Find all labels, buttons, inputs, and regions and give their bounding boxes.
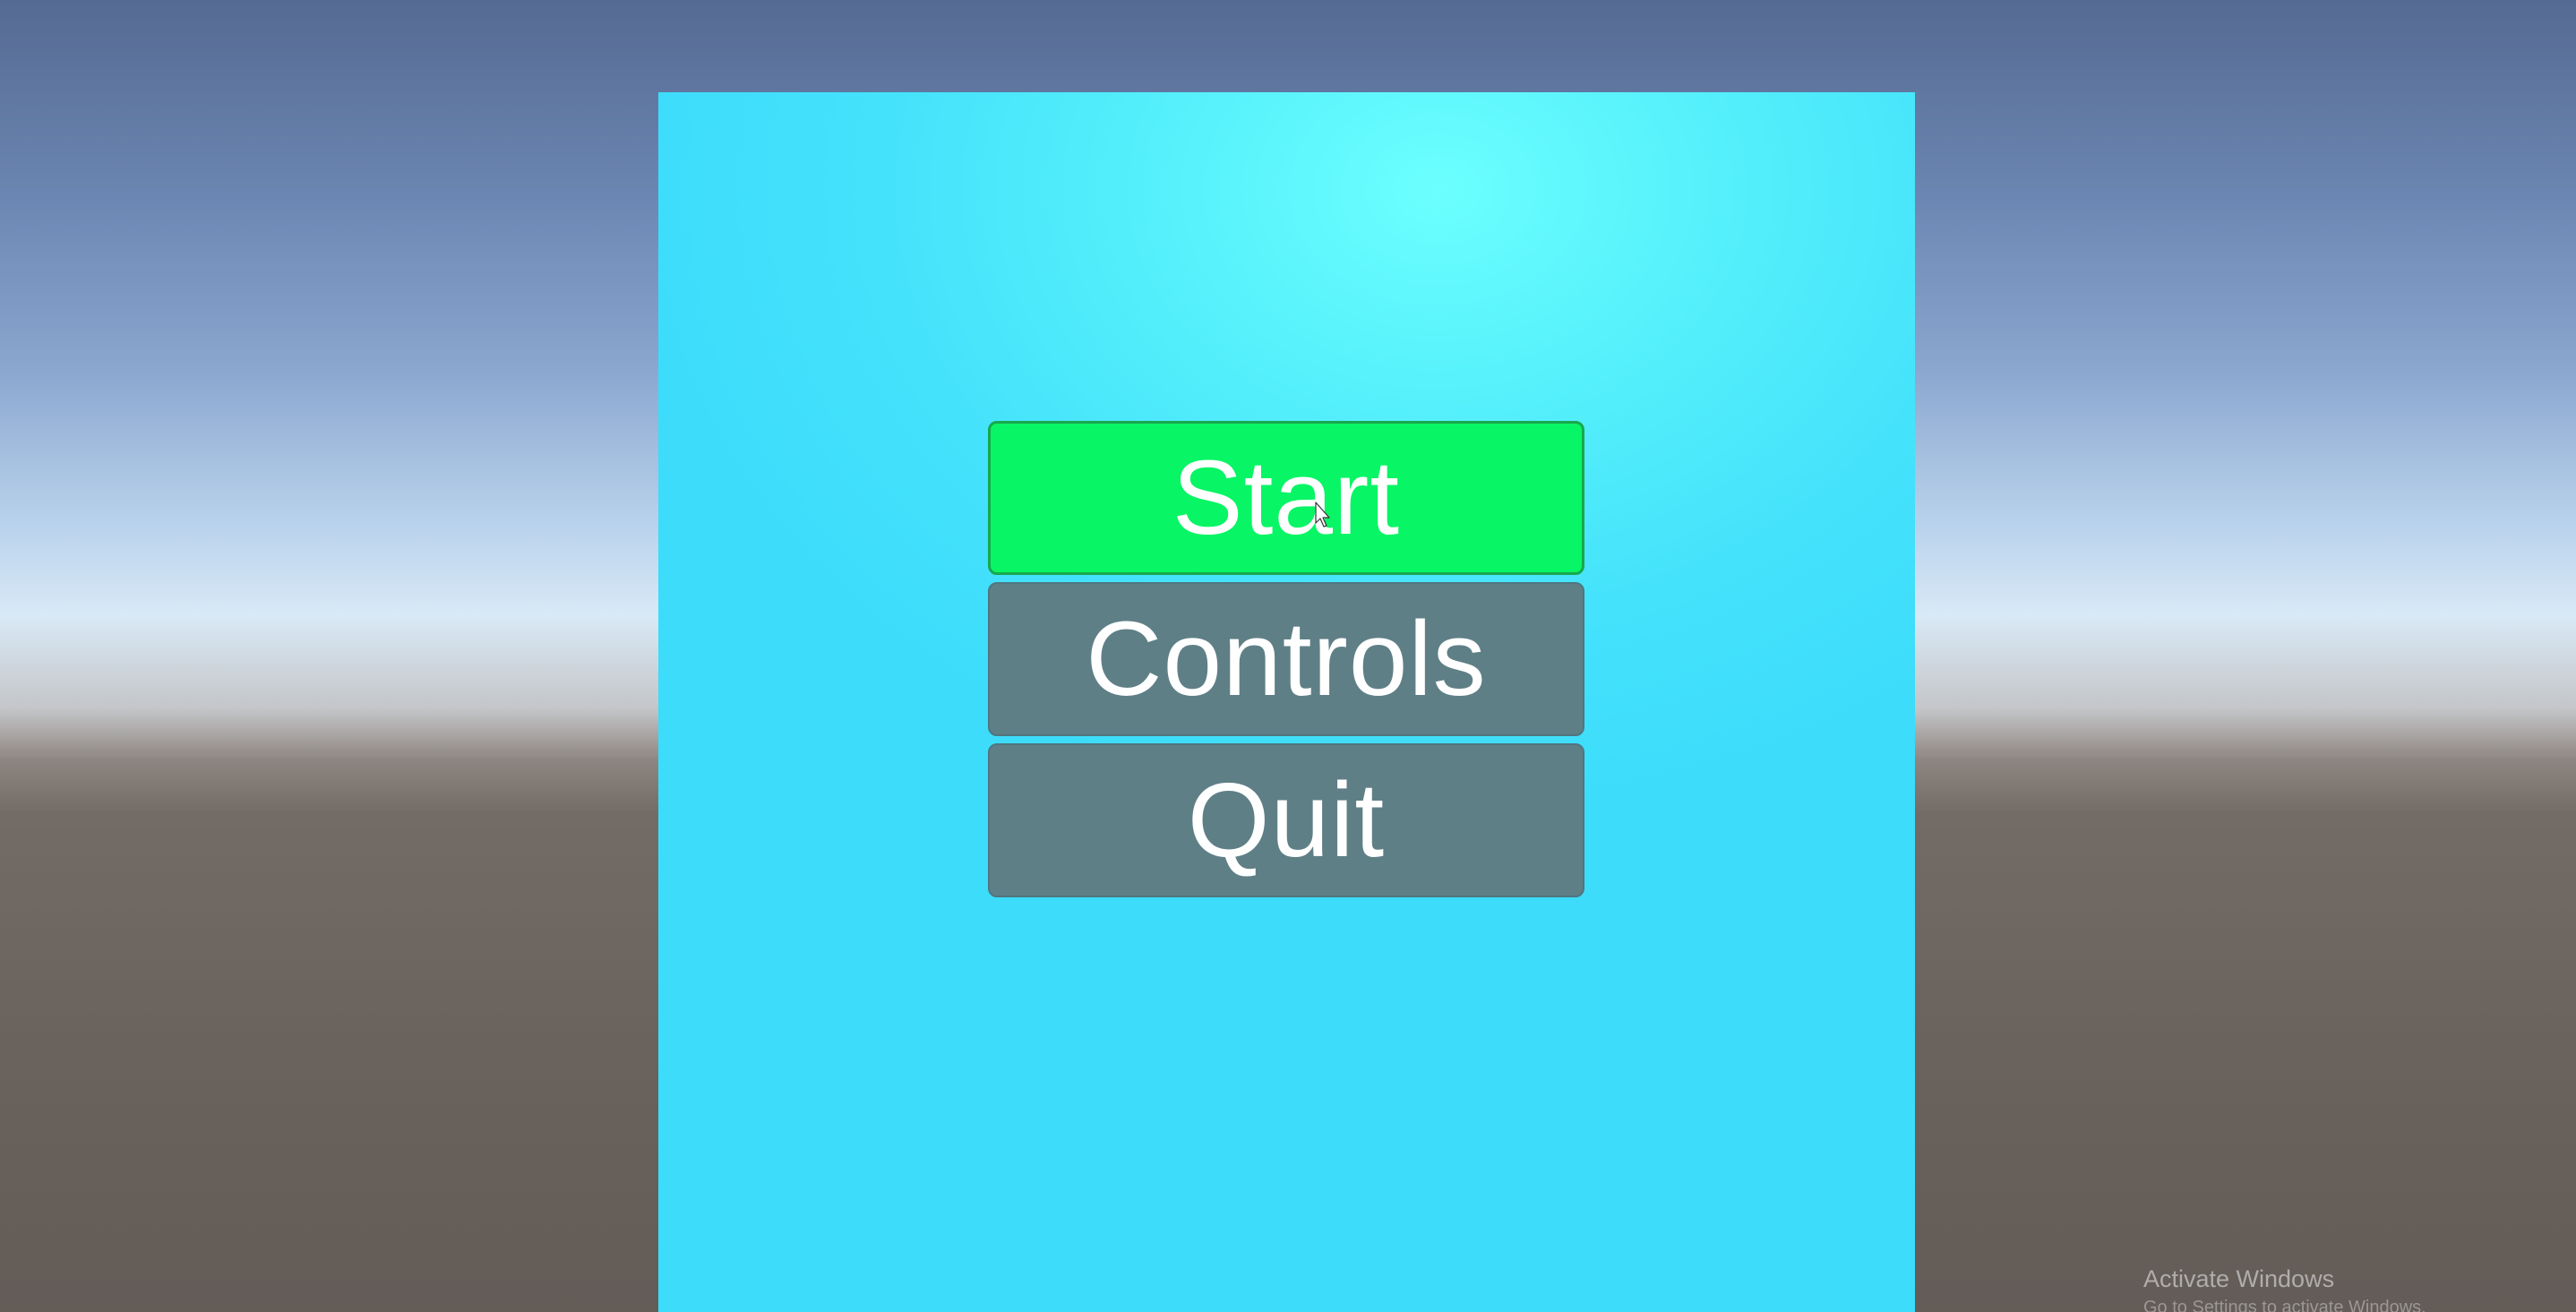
controls-button-label: Controls <box>1086 600 1487 718</box>
quit-button[interactable]: Quit <box>988 743 1584 897</box>
start-button[interactable]: Start <box>988 421 1584 575</box>
start-button-label: Start <box>1172 439 1401 557</box>
controls-button[interactable]: Controls <box>988 582 1584 736</box>
mouse-pointer-icon <box>1315 502 1330 527</box>
quit-button-label: Quit <box>1187 761 1386 879</box>
activate-windows-subtitle: Go to Settings to activate Windows. <box>2143 1298 2426 1312</box>
activate-windows-watermark: Activate Windows <box>2143 1265 2335 1292</box>
